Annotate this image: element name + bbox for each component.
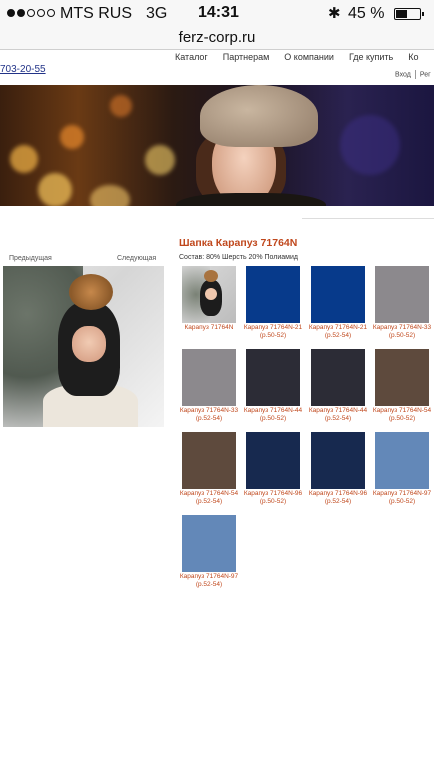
product-title: Шапка Карапуз 71764N (179, 237, 298, 249)
bokeh-light (10, 145, 38, 173)
variant-color-swatch[interactable] (182, 349, 236, 406)
variant-label[interactable]: Карапуз 71764N-33 (р.52-54) (179, 407, 239, 423)
variant-label[interactable]: Карапуз 71764N-33 (р.50-52) (372, 324, 432, 340)
variant-label[interactable]: Карапуз 71764N-21 (р.50-52) (243, 324, 303, 340)
variant-item[interactable]: Карапуз 71764N-96 (р.50-52) (243, 432, 303, 506)
signal-dot (47, 9, 55, 17)
variant-label[interactable]: Карапуз 71764N-96 (р.50-52) (243, 490, 303, 506)
nav-item-catalog[interactable]: Каталог (175, 52, 208, 62)
variant-color-swatch[interactable] (375, 349, 429, 406)
bokeh-light (110, 95, 132, 117)
variant-item[interactable]: Карапуз 71764N (179, 266, 239, 332)
nav-item-about[interactable]: О компании (284, 52, 334, 62)
signal-dot (7, 9, 15, 17)
variant-label[interactable]: Карапуз 71764N-97 (р.52-54) (179, 573, 239, 589)
variant-item[interactable]: Карапуз 71764N-33 (р.50-52) (372, 266, 432, 340)
variant-item[interactable]: Карапуз 71764N-44 (р.52-54) (308, 349, 368, 423)
variant-label[interactable]: Карапуз 71764N-44 (р.52-54) (308, 407, 368, 423)
model-hat (200, 85, 318, 147)
auth-divider (414, 70, 416, 79)
fur-pompom (69, 274, 113, 310)
carrier-label: MTS RUS (60, 5, 132, 22)
variant-label[interactable]: Карапуз 71764N (179, 324, 239, 332)
register-link[interactable]: Рег (420, 71, 431, 78)
nav-item-where-to-buy[interactable]: Где купить (349, 52, 393, 62)
bluetooth-icon: ✱ (328, 5, 341, 22)
clock: 14:31 (198, 4, 239, 21)
bokeh-light (145, 145, 175, 175)
variant-item[interactable]: Карапуз 71764N-44 (р.50-52) (243, 349, 303, 423)
auth-links: Вход Рег (395, 70, 431, 79)
battery-percent: 45 % (348, 5, 385, 22)
prev-link[interactable]: Предыдущая (9, 255, 52, 262)
next-link[interactable]: Следующая (117, 255, 156, 262)
signal-dot (37, 9, 45, 17)
variant-item[interactable]: Карапуз 71764N-97 (р.52-54) (179, 515, 239, 589)
phone-link[interactable]: 703-20-55 (0, 64, 46, 75)
variant-color-swatch[interactable] (375, 266, 429, 323)
product-composition: Состав: 80% Шерсть 20% Полиамид (179, 254, 298, 261)
variant-color-swatch[interactable] (182, 515, 236, 572)
network-type-label: 3G (146, 5, 168, 22)
variant-color-swatch[interactable] (311, 349, 365, 406)
signal-dot (17, 9, 25, 17)
bokeh-light (38, 173, 72, 206)
url-text: ferz-corp.ru (178, 29, 256, 46)
variant-color-swatch[interactable] (182, 432, 236, 489)
variant-item[interactable]: Карапуз 71764N-54 (р.52-54) (179, 432, 239, 506)
bokeh-light (90, 185, 130, 206)
variant-label[interactable]: Карапуз 71764N-96 (р.52-54) (308, 490, 368, 506)
variant-item[interactable]: Карапуз 71764N-21 (р.50-52) (243, 266, 303, 340)
signal-strength-icon (7, 9, 55, 17)
variant-color-swatch[interactable] (311, 432, 365, 489)
nav-item-contacts[interactable]: Ко (408, 52, 418, 62)
variant-photo-thumbnail[interactable] (182, 266, 236, 323)
variant-item[interactable]: Карапуз 71764N-21 (р.52-54) (308, 266, 368, 340)
nav-item-partners[interactable]: Партнерам (223, 52, 270, 62)
variant-label[interactable]: Карапуз 71764N-44 (р.50-52) (243, 407, 303, 423)
variant-color-swatch[interactable] (311, 266, 365, 323)
child-face (72, 326, 106, 362)
variant-color-swatch[interactable] (246, 432, 300, 489)
thumbnail-shape (204, 270, 218, 282)
variant-color-swatch[interactable] (246, 349, 300, 406)
status-bar: MTS RUS 3G 14:31 ✱ 45 % (0, 0, 434, 28)
battery-fill (396, 10, 407, 18)
variant-label[interactable]: Карапуз 71764N-21 (р.52-54) (308, 324, 368, 340)
signal-dot (27, 9, 35, 17)
variant-item[interactable]: Карапуз 71764N-33 (р.52-54) (179, 349, 239, 423)
battery-icon (394, 8, 424, 20)
hero-banner-image (0, 85, 434, 206)
address-bar[interactable]: ferz-corp.ru (0, 28, 434, 50)
model-coat (176, 193, 326, 206)
login-link[interactable]: Вход (395, 71, 411, 78)
variant-color-swatch[interactable] (375, 432, 429, 489)
variant-label[interactable]: Карапуз 71764N-54 (р.50-52) (372, 407, 432, 423)
top-nav: Каталог Партнерам О компании Где купить … (175, 52, 433, 62)
variant-label[interactable]: Карапуз 71764N-54 (р.52-54) (179, 490, 239, 506)
variant-label[interactable]: Карапуз 71764N-97 (р.50-52) (372, 490, 432, 506)
variant-item[interactable]: Карапуз 71764N-97 (р.50-52) (372, 432, 432, 506)
product-main-photo[interactable] (3, 266, 164, 427)
divider-line (302, 218, 434, 219)
thumbnail-shape (205, 288, 217, 300)
variant-color-swatch[interactable] (246, 266, 300, 323)
variant-item[interactable]: Карапуз 71764N-54 (р.50-52) (372, 349, 432, 423)
variant-item[interactable]: Карапуз 71764N-96 (р.52-54) (308, 432, 368, 506)
bokeh-light (340, 115, 400, 175)
bokeh-light (60, 125, 84, 149)
